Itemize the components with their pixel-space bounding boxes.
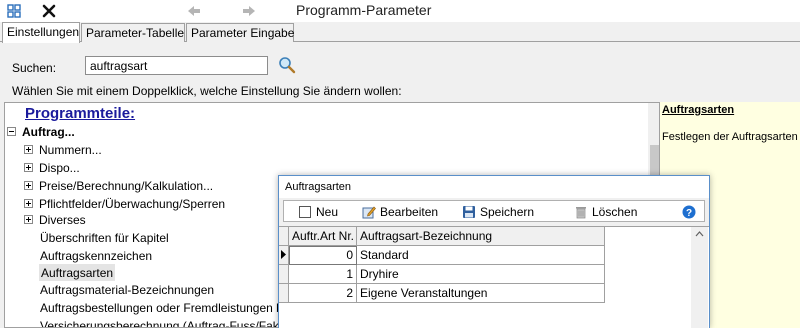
scroll-up-arrow-icon[interactable] xyxy=(691,227,708,241)
tree-node-label: Diverses xyxy=(39,212,86,227)
tree-node-label: Pflichtfelder/Überwachung/Sperren xyxy=(39,196,226,211)
cell-bezeichnung[interactable]: Standard xyxy=(357,246,605,265)
row-header[interactable] xyxy=(279,265,289,284)
grid-icon[interactable] xyxy=(5,2,23,20)
column-header-bezeichnung[interactable]: Auftragsart-Bezeichnung xyxy=(357,227,605,246)
new-label: Neu xyxy=(316,205,339,219)
expand-icon[interactable] xyxy=(24,145,33,154)
cell-bezeichnung[interactable]: Eigene Veranstaltungen xyxy=(357,284,605,303)
search-input[interactable] xyxy=(85,56,268,75)
svg-text:?: ? xyxy=(686,208,692,219)
tree-leaf[interactable]: Versicherungsberechnung (Auftrag-Fuss/Fa… xyxy=(40,317,289,328)
close-x-icon[interactable] xyxy=(40,2,58,20)
grid-corner xyxy=(279,227,289,246)
arrow-right-icon[interactable] xyxy=(240,2,258,20)
column-header-nr[interactable]: Auftr.Art Nr. xyxy=(289,227,357,246)
edit-label: Bearbeiten xyxy=(380,205,439,219)
save-button[interactable]: Speichern xyxy=(462,204,534,220)
instruction-text: Wählen Sie mit einem Doppelklick, welche… xyxy=(12,84,402,98)
edit-button[interactable]: Bearbeiten xyxy=(362,204,438,220)
expand-icon[interactable] xyxy=(24,215,33,224)
tab-einstellungen[interactable]: Einstellungen xyxy=(2,22,80,43)
cell-nr[interactable]: 2 xyxy=(289,284,357,303)
auftragsarten-dialog: Auftragsarten Neu Bearbeiten Speichern L… xyxy=(278,175,710,328)
window-title: Programm-Parameter xyxy=(296,2,432,18)
tab-parameter-tabelle[interactable]: Parameter-Tabelle xyxy=(81,23,185,42)
expand-icon[interactable] xyxy=(24,181,33,190)
magnifier-icon[interactable] xyxy=(278,56,296,74)
cell-nr[interactable]: 1 xyxy=(289,265,357,284)
tab-parameter-eingabe[interactable]: Parameter Eingabe xyxy=(186,23,294,42)
title-bar: Programm-Parameter xyxy=(0,0,800,22)
expand-icon[interactable] xyxy=(24,199,33,208)
row-header[interactable] xyxy=(279,284,289,303)
dialog-toolbar: Neu Bearbeiten Speichern Löschen ? xyxy=(283,200,705,222)
new-document-icon xyxy=(298,205,312,219)
tree-leaf[interactable]: Auftragskennzeichen xyxy=(40,247,152,264)
tab-strip: Einstellungen Parameter-Tabelle Paramete… xyxy=(0,22,800,43)
delete-label: Löschen xyxy=(592,205,638,219)
tree-node-label: Nummern... xyxy=(39,142,102,157)
tree-node-label: Preise/Berechnung/Kalkulation... xyxy=(39,178,214,193)
cell-bezeichnung[interactable]: Dryhire xyxy=(357,265,605,284)
edit-icon xyxy=(362,205,376,219)
tree-node-diverses[interactable]: Diverses xyxy=(24,211,86,228)
tree-node-preise[interactable]: Preise/Berechnung/Kalkulation... xyxy=(24,177,213,194)
save-label: Speichern xyxy=(480,205,535,219)
tree-node-pflichtfelder[interactable]: Pflichtfelder/Überwachung/Sperren xyxy=(24,195,225,212)
tree-leaf-selected[interactable]: Auftragsarten xyxy=(39,264,116,281)
description-text: Festlegen der Auftragsarten xyxy=(662,131,798,143)
delete-button[interactable]: Löschen xyxy=(574,204,637,220)
new-button[interactable]: Neu xyxy=(298,204,338,220)
help-icon[interactable]: ? xyxy=(682,204,696,220)
dialog-title: Auftragsarten xyxy=(279,176,709,198)
tree-leaf[interactable]: Auftragsmaterial-Bezeichnungen xyxy=(40,281,214,298)
tree-node-label: Dispo... xyxy=(39,160,80,175)
current-row-arrow-icon xyxy=(281,250,286,259)
tree-node-dispo[interactable]: Dispo... xyxy=(24,159,80,176)
search-label: Suchen: xyxy=(12,61,57,75)
arrow-left-icon[interactable] xyxy=(185,2,203,20)
trash-icon xyxy=(574,205,588,219)
tree-node-nummern[interactable]: Nummern... xyxy=(24,141,102,158)
tree-leaf[interactable]: Überschriften für Kapitel xyxy=(40,229,169,246)
grid-scrollbar[interactable] xyxy=(691,227,708,328)
tree-node-auftrag[interactable]: Auftrag... xyxy=(7,123,75,140)
tree-heading: Programmteile: xyxy=(25,105,136,122)
description-title: Auftragsarten xyxy=(662,104,735,116)
row-header-current[interactable] xyxy=(279,246,289,265)
tree-node-label: Auftrag... xyxy=(22,124,75,139)
auftragsarten-grid: Auftr.Art Nr. Auftragsart-Bezeichnung 0 … xyxy=(279,226,709,328)
floppy-disk-icon xyxy=(462,205,476,219)
collapse-icon[interactable] xyxy=(7,127,16,136)
expand-icon[interactable] xyxy=(24,163,33,172)
cell-nr[interactable]: 0 xyxy=(289,246,357,265)
tree-leaf[interactable]: Auftragsbestellungen oder Fremdleistunge… xyxy=(40,299,290,316)
